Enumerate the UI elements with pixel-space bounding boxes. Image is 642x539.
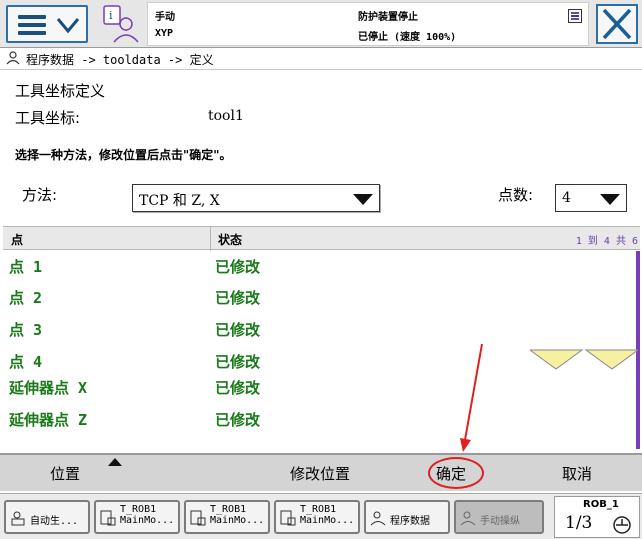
table-row[interactable]: 点 1 已修改 <box>3 251 640 282</box>
breadcrumb-text: 程序数据 -> tooldata -> 定义 <box>26 53 214 67</box>
quickset-fraction: 1/3 <box>565 513 593 533</box>
svg-text:i: i <box>109 9 113 22</box>
annotation-circle <box>428 457 484 489</box>
table-row[interactable]: 点 2 已修改 <box>3 282 640 313</box>
point-status: 已修改 <box>215 411 261 429</box>
program-editor-icon <box>280 510 296 526</box>
close-icon <box>602 8 632 40</box>
tool-coord-label: 工具坐标: <box>15 109 81 127</box>
controller-name: XYP <box>155 28 174 39</box>
point-name: 点 1 <box>9 258 43 276</box>
scroll-down-icon[interactable] <box>530 349 638 371</box>
program-editor-icon <box>190 510 206 526</box>
point-name: 点 4 <box>9 353 43 371</box>
task-jogging[interactable]: 手动操纵 <box>454 500 544 534</box>
chevron-down-icon <box>56 18 80 34</box>
user-icon <box>370 511 386 526</box>
point-count-dropdown[interactable]: 4 <box>555 184 627 212</box>
task-label: T_ROB1 MainMo... <box>300 504 355 526</box>
breadcrumb: 程序数据 -> tooldata -> 定义 <box>0 48 642 70</box>
task-trob1-c[interactable]: T_ROB1 MainMo... <box>274 500 360 534</box>
point-name: 点 2 <box>9 289 43 307</box>
column-divider <box>210 227 211 251</box>
run-state-text: 已停止 (速度 100%) <box>358 32 457 43</box>
task-label: 自动生... <box>30 516 79 527</box>
method-label: 方法: <box>22 186 58 204</box>
method-value: TCP 和 Z, X <box>139 193 220 209</box>
action-bar: 位置 修改位置 确定 取消 <box>0 453 642 491</box>
pager-text: 1 到 4 共 6 <box>575 236 638 247</box>
user-icon <box>11 511 25 526</box>
task-label: 程序数据 <box>390 516 430 527</box>
caret-up-icon <box>108 458 122 466</box>
point-status: 已修改 <box>215 379 261 397</box>
position-button[interactable]: 位置 <box>50 463 80 484</box>
point-status: 已修改 <box>215 289 261 307</box>
task-label: T_ROB1 MainMo... <box>210 504 265 526</box>
table-row[interactable]: 延伸器点 X 已修改 <box>3 372 640 403</box>
point-status: 已修改 <box>215 353 261 371</box>
event-log-icon <box>568 9 582 23</box>
task-trob1-b[interactable]: T_ROB1 MainMo... <box>184 500 270 534</box>
task-trob1-a[interactable]: T_ROB1 MainMo... <box>94 500 180 534</box>
program-data-icon <box>6 51 20 65</box>
table-row[interactable]: 延伸器点 Z 已修改 <box>3 404 640 435</box>
operator-info-icon[interactable]: i <box>100 4 142 44</box>
status-panel[interactable]: 手动 XYP 防护装置停止 已停止 (速度 100%) <box>147 2 589 46</box>
program-editor-icon <box>100 510 116 526</box>
page-title: 工具坐标定义 <box>15 82 106 100</box>
task-program-data[interactable]: 程序数据 <box>364 500 450 534</box>
task-autoproducer[interactable]: 自动生... <box>4 500 90 534</box>
dropdown-arrow-icon <box>600 194 620 205</box>
method-dropdown[interactable]: TCP 和 Z, X <box>132 184 380 212</box>
task-label: T_ROB1 MainMo... <box>120 504 175 526</box>
point-count-label: 点数: <box>498 186 534 204</box>
point-status: 已修改 <box>215 321 261 339</box>
point-name: 点 3 <box>9 321 43 339</box>
close-button[interactable] <box>596 4 638 44</box>
instruction-text: 选择一种方法，修改位置后点击"确定"。 <box>15 148 232 162</box>
point-name: 延伸器点 Z <box>9 411 88 429</box>
safety-text: 防护装置停止 <box>358 12 418 23</box>
table-header: 点 状态 1 到 4 共 6 <box>3 226 640 251</box>
task-label: 手动操纵 <box>480 516 520 527</box>
point-status: 已修改 <box>215 258 261 276</box>
tool-coord-value: tool1 <box>208 108 244 124</box>
column-header-point[interactable]: 点 <box>11 231 23 248</box>
table-row[interactable]: 点 3 已修改 <box>3 314 640 345</box>
modify-position-button[interactable]: 修改位置 <box>290 463 350 484</box>
column-header-status[interactable]: 状态 <box>218 231 242 248</box>
user-icon <box>460 511 476 526</box>
point-name: 延伸器点 X <box>9 379 88 397</box>
top-bar: i 手动 XYP 防护装置停止 已停止 (速度 100%) <box>0 0 642 48</box>
point-count-value: 4 <box>562 190 571 206</box>
dropdown-arrow-icon <box>353 194 373 205</box>
taskbar: 自动生... T_ROB1 MainMo... T_ROB1 MainMo... T… <box>0 493 642 539</box>
main-menu-button[interactable] <box>6 5 88 43</box>
hamburger-icon <box>18 15 46 35</box>
cancel-button[interactable]: 取消 <box>562 463 592 484</box>
quickset-panel[interactable]: ROB_1 1/3 <box>554 496 640 538</box>
mode-text: 手动 <box>155 12 175 23</box>
robot-label: ROB_1 <box>583 499 619 510</box>
speed-icon <box>613 516 631 534</box>
